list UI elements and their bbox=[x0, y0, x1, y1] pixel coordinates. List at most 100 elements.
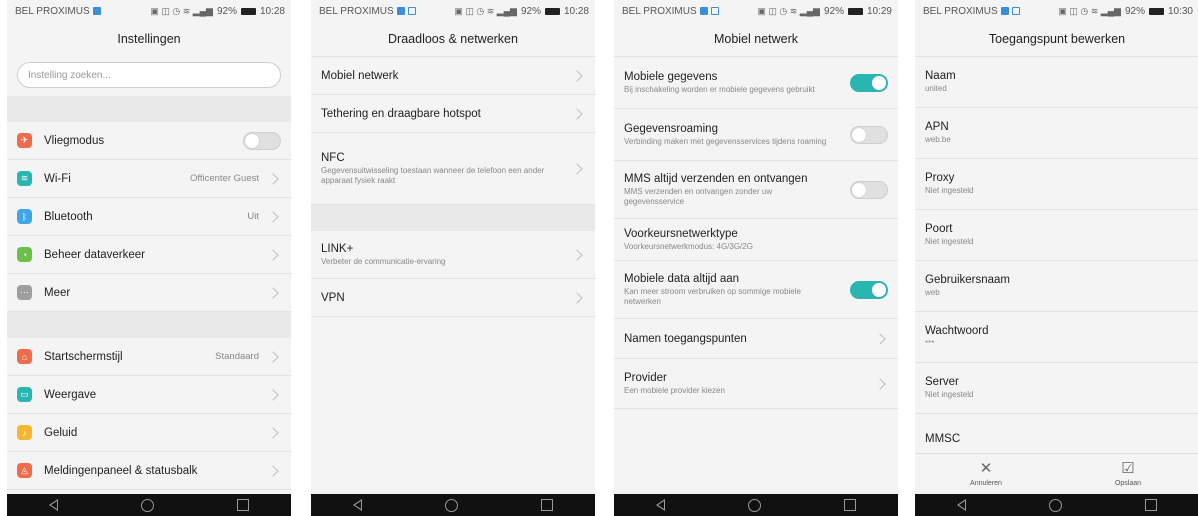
mobile-item-label: Gegevensroaming bbox=[624, 122, 718, 135]
network-item[interactable]: VPN bbox=[311, 279, 595, 317]
carrier-name: BEL PROXIMUS bbox=[15, 5, 90, 17]
settings-item[interactable]: ⌂ Startschermstijl Standaard bbox=[7, 338, 291, 376]
network-item-label: LINK+ bbox=[321, 242, 354, 255]
chevron-right-icon bbox=[267, 286, 279, 299]
network-item[interactable]: Tethering en draagbare hotspot bbox=[311, 95, 595, 133]
mobile-item-label: Mobiele data altijd aan bbox=[624, 272, 740, 285]
home-icon[interactable] bbox=[747, 498, 761, 512]
network-item-label: VPN bbox=[321, 291, 345, 304]
data-usage-icon: ◔ bbox=[17, 247, 32, 262]
apn-field[interactable]: Wachtwoord *** bbox=[915, 312, 1198, 363]
apn-field-value: Niet ingesteld bbox=[925, 390, 974, 399]
save-button[interactable]: ☑ Opslaan bbox=[1057, 454, 1198, 494]
mobile-network-item[interactable]: MMS altijd verzenden en ontvangen MMS ver… bbox=[614, 161, 898, 219]
page-title: Toegangspunt bewerken bbox=[988, 32, 1126, 46]
status-icons: ▣ ◫ ◷ ≋ ▂▄▆ bbox=[454, 5, 517, 16]
settings-item[interactable]: ◔ Beheer dataverkeer bbox=[7, 236, 291, 274]
recents-icon[interactable] bbox=[1145, 499, 1158, 511]
toggle-switch[interactable] bbox=[243, 131, 281, 150]
mobile-network-screen: BEL PROXIMUS ▣ ◫ ◷ ≋ ▂▄▆ 92% 10:29 Mobiel … bbox=[614, 0, 898, 516]
sound-icon: ♪ bbox=[17, 425, 32, 440]
apn-field-label: Poort bbox=[925, 223, 953, 235]
status-icons: ▣ ◫ ◷ ≋ ▂▄▆ bbox=[757, 5, 820, 16]
toggle-knob bbox=[872, 282, 886, 297]
settings-item-value: Standaard bbox=[215, 351, 259, 362]
mobile-item-description: Bij inschakeling worden er mobiele gegev… bbox=[624, 84, 815, 94]
chevron-right-icon bbox=[267, 172, 279, 185]
settings-item-value: Uit bbox=[247, 211, 259, 222]
settings-item-label: Meer bbox=[44, 286, 71, 299]
home-icon[interactable] bbox=[1048, 498, 1062, 512]
mobile-network-item[interactable]: Namen toegangspunten bbox=[614, 319, 898, 359]
toggle-switch[interactable] bbox=[850, 180, 888, 199]
apn-field[interactable]: Naam united bbox=[915, 57, 1198, 108]
toggle-switch[interactable] bbox=[850, 73, 888, 92]
search-input[interactable]: Instelling zoeken... bbox=[17, 62, 281, 88]
mobile-item-description: Voorkeursnetwerkmodus: 4G/3G/2G bbox=[624, 241, 753, 251]
apn-field[interactable]: Proxy Niet ingesteld bbox=[915, 159, 1198, 210]
toggle-switch[interactable] bbox=[850, 125, 888, 144]
wireless-screen: BEL PROXIMUS ▣ ◫ ◷ ≋ ▂▄▆ 92% 10:28 Draadlo… bbox=[311, 0, 595, 516]
apn-field-value: Niet ingesteld bbox=[925, 186, 974, 195]
sim2-icon bbox=[1011, 7, 1020, 15]
battery-percent: 92% bbox=[823, 5, 844, 17]
status-bar: BEL PROXIMUS ▣ ◫ ◷ ≋ ▂▄▆ 92% 10:28 bbox=[311, 0, 595, 22]
mobile-network-item[interactable]: Gegevensroaming Verbinding maken met gege… bbox=[614, 109, 898, 161]
settings-item[interactable]: ▭ Weergave bbox=[7, 376, 291, 414]
mobile-network-item[interactable]: Mobiele data altijd aan Kan meer stroom v… bbox=[614, 261, 898, 319]
mobile-item-description: Een mobiele provider kiezen bbox=[624, 385, 725, 395]
back-icon[interactable] bbox=[48, 499, 58, 511]
network-item[interactable]: LINK+ Verbeter de communicatie-ervaring bbox=[311, 231, 595, 279]
apn-field-label: MMSC bbox=[925, 433, 961, 445]
apn-field-label: Proxy bbox=[925, 172, 955, 184]
settings-item[interactable]: ⋯ Meer bbox=[7, 274, 291, 312]
chevron-right-icon bbox=[874, 377, 886, 390]
sim-icon bbox=[699, 7, 708, 15]
apn-field[interactable]: Gebruikersnaam web bbox=[915, 261, 1198, 312]
toggle-knob bbox=[872, 75, 886, 90]
apn-field-label: APN bbox=[925, 121, 949, 133]
carrier-name: BEL PROXIMUS bbox=[923, 5, 998, 17]
settings-item-label: Wi-Fi bbox=[44, 172, 71, 185]
recents-icon[interactable] bbox=[237, 499, 250, 511]
sim-icon bbox=[92, 7, 101, 15]
mobile-network-item[interactable]: Provider Een mobiele provider kiezen bbox=[614, 359, 898, 409]
network-item[interactable]: Mobiel netwerk bbox=[311, 57, 595, 95]
mobile-network-item[interactable]: Voorkeursnetwerktype Voorkeursnetwerkmodu… bbox=[614, 219, 898, 261]
back-icon[interactable] bbox=[956, 499, 966, 511]
settings-item[interactable]: ᛒ Bluetooth Uit bbox=[7, 198, 291, 236]
chevron-right-icon bbox=[571, 291, 583, 304]
cancel-button[interactable]: ✕ Annuleren bbox=[915, 454, 1057, 494]
recents-icon[interactable] bbox=[844, 499, 857, 511]
chevron-right-icon bbox=[267, 248, 279, 261]
settings-item[interactable]: ≋ Wi-Fi Officenter Guest bbox=[7, 160, 291, 198]
apn-field[interactable]: Poort Niet ingesteld bbox=[915, 210, 1198, 261]
apn-field-label: Naam bbox=[925, 70, 956, 82]
mobile-item-description: MMS verzenden en ontvangen zonder uw geg… bbox=[624, 186, 773, 206]
apn-field-value: web bbox=[925, 288, 940, 297]
apn-field[interactable]: Server Niet ingesteld bbox=[915, 363, 1198, 414]
navigation-bar bbox=[311, 494, 595, 516]
back-icon[interactable] bbox=[655, 499, 665, 511]
toggle-switch[interactable] bbox=[850, 280, 888, 299]
toggle-knob bbox=[852, 182, 866, 197]
network-item[interactable]: NFC Gegevensuitwisseling toestaan wanneer… bbox=[311, 133, 595, 205]
apn-field[interactable]: APN web.be bbox=[915, 108, 1198, 159]
recents-icon[interactable] bbox=[541, 499, 554, 511]
mobile-item-label: Namen toegangspunten bbox=[624, 332, 747, 345]
clock: 10:28 bbox=[259, 5, 285, 17]
settings-item[interactable]: ✈ Vliegmodus bbox=[7, 122, 291, 160]
settings-item[interactable]: ◬ Meldingenpaneel & statusbalk bbox=[7, 452, 291, 490]
mobile-network-item[interactable]: Mobiele gegevens Bij inschakeling worden … bbox=[614, 57, 898, 109]
mobile-item-description: Kan meer stroom verbruiken op sommige mo… bbox=[624, 286, 801, 306]
back-icon[interactable] bbox=[352, 499, 362, 511]
home-icon[interactable] bbox=[444, 498, 458, 512]
settings-item-label: Bluetooth bbox=[44, 210, 93, 223]
mobile-item-label: Provider bbox=[624, 371, 667, 384]
apn-field-value: *** bbox=[925, 339, 935, 348]
page-title: Instellingen bbox=[117, 32, 181, 46]
home-icon[interactable] bbox=[140, 498, 154, 512]
sim2-icon bbox=[710, 7, 719, 15]
settings-item[interactable]: ♪ Geluid bbox=[7, 414, 291, 452]
chevron-right-icon bbox=[571, 69, 583, 82]
